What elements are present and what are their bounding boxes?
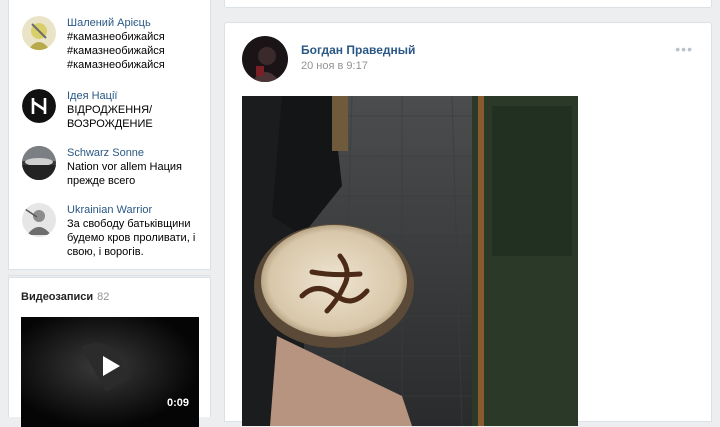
group-desc: #камазнеобижайся [67, 45, 165, 57]
group-name[interactable]: Ідея Нації [67, 89, 207, 103]
group-item[interactable]: Ukrainian Warrior За свободу батьківщини… [22, 203, 207, 259]
videos-title-label: Видеозаписи [21, 291, 94, 303]
group-name[interactable]: Шалений Арієць [67, 16, 207, 30]
group-desc: #камазнеобижайся [67, 59, 165, 71]
group-text: Ukrainian Warrior За свободу батьківщини… [67, 203, 207, 259]
videos-panel: Видеозаписи 82 0:09 [8, 277, 211, 427]
group-avatar[interactable] [22, 146, 56, 180]
group-avatar[interactable] [22, 16, 56, 50]
groups-panel: Шалений Арієць #камазнеобижайся #камазне… [8, 0, 211, 270]
wall-post: Богдан Праведный 20 ноя в 9:17 ••• [224, 22, 712, 426]
previous-card-edge [224, 0, 712, 8]
videos-count: 82 [97, 291, 110, 303]
videos-title[interactable]: Видеозаписи 82 [21, 291, 109, 303]
group-text: Шалений Арієць #камазнеобижайся #камазне… [67, 16, 207, 72]
group-avatar[interactable] [22, 89, 56, 123]
group-text: Ідея Нації ВІДРОДЖЕННЯ/ ВОЗРОЖДЕНИЕ [67, 89, 207, 131]
group-desc: ВІДРОДЖЕННЯ/ [67, 104, 153, 116]
group-name[interactable]: Ukrainian Warrior [67, 203, 207, 217]
group-item[interactable]: Ідея Нації ВІДРОДЖЕННЯ/ ВОЗРОЖДЕНИЕ [22, 89, 207, 131]
group-desc: Nation vor allem Нация [67, 161, 182, 173]
group-item[interactable]: Шалений Арієць #камазнеобижайся #камазне… [22, 16, 207, 71]
group-avatar[interactable] [22, 203, 56, 237]
post-timestamp[interactable]: 20 ноя в 9:17 [301, 60, 368, 72]
group-desc: За свободу батьківщини [67, 218, 191, 230]
video-duration: 0:09 [166, 397, 189, 409]
group-text: Schwarz Sonne Nation vor allem Нация пре… [67, 146, 207, 188]
group-desc: будемо кров проливати, і [67, 232, 196, 244]
divider [8, 275, 211, 276]
author-avatar[interactable] [242, 36, 288, 82]
post-photo[interactable] [242, 96, 578, 426]
group-desc: прежде всего [67, 175, 136, 187]
group-desc: свою, і ворогів. [67, 246, 144, 258]
group-desc: ВОЗРОЖДЕНИЕ [67, 118, 153, 130]
more-icon[interactable]: ••• [675, 41, 693, 57]
group-item[interactable]: Schwarz Sonne Nation vor allem Нация пре… [22, 146, 207, 188]
play-icon[interactable] [101, 355, 121, 377]
post-author[interactable]: Богдан Праведный [301, 43, 415, 57]
group-name[interactable]: Schwarz Sonne [67, 146, 207, 160]
group-desc: #камазнеобижайся [67, 31, 165, 43]
